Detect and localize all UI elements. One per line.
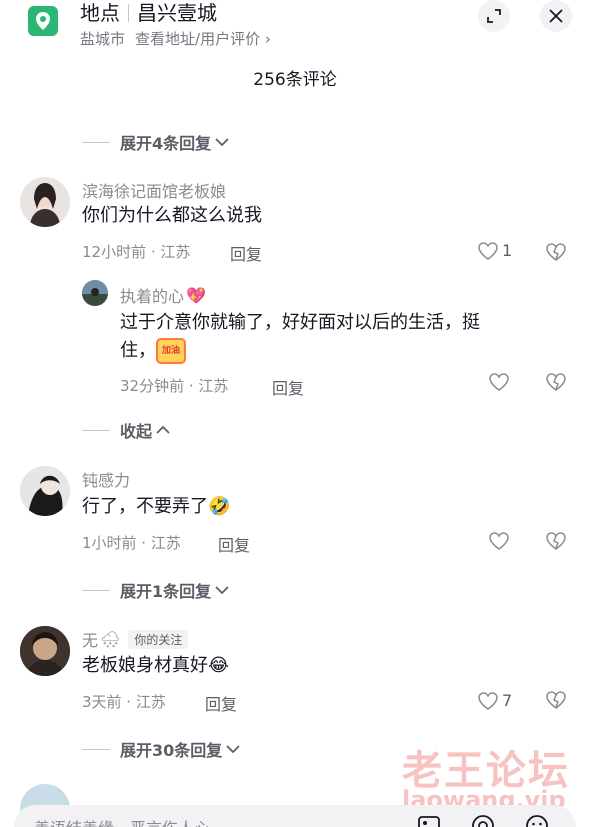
dislike-button[interactable] (546, 532, 566, 554)
comment-text-line1: 过于介意你就输了，好好面对以后的生活，挺 (120, 312, 480, 333)
sticker-jiayou: 加油 (156, 338, 186, 364)
heart-icon (489, 532, 509, 550)
collapse-replies-button[interactable]: 收起 (82, 418, 170, 442)
place-name: 昌兴壹城 (137, 1, 217, 25)
expand-replies-button[interactable]: 展开1条回复 (82, 578, 229, 602)
avatar[interactable] (20, 466, 70, 516)
close-button[interactable] (540, 0, 572, 32)
chevron-down-icon (215, 586, 229, 595)
snow-cloud-emoji: 🌨 (100, 629, 121, 649)
view-address-link[interactable]: 查看地址/用户评价 (135, 30, 260, 48)
expand-replies-button[interactable]: 展开30条回复 (82, 737, 240, 761)
like-count: 7 (502, 691, 513, 710)
comments-count: 256条评论 (253, 70, 337, 90)
close-icon (549, 9, 563, 23)
comment-text: 老板娘身材真好😂 (82, 652, 229, 680)
comment-text-content: 行了，不要弄了 (82, 496, 208, 517)
expand-replies-label: 展开30条回复 (120, 741, 223, 760)
expand-button[interactable] (478, 0, 510, 32)
laughing-emoji: 🤣 (208, 496, 231, 517)
title-divider (128, 4, 129, 22)
location-pin-icon (28, 6, 58, 36)
location-header: 地点 昌兴壹城 盐城市 查看地址/用户评价 › (0, 0, 590, 58)
comment-meta: 12小时前 · 江苏 (82, 243, 191, 261)
reply-button[interactable]: 回复 (272, 375, 304, 399)
chevron-down-icon (215, 138, 229, 147)
avatar[interactable] (20, 177, 70, 227)
at-icon[interactable] (470, 813, 496, 827)
emoji-icon[interactable] (524, 813, 550, 827)
dislike-icon (546, 373, 566, 391)
heart-icon (478, 241, 498, 260)
collapse-label: 收起 (120, 422, 153, 441)
dislike-button[interactable] (546, 691, 566, 713)
chevron-up-icon (156, 425, 170, 434)
comment-input[interactable]: 善语结善缘，恶言伤人心 (34, 815, 210, 827)
comment-text-line2: 住， 加油 (120, 337, 186, 365)
divider-line (82, 748, 110, 750)
comment-meta: 3天前 · 江苏 (82, 693, 166, 711)
dislike-button[interactable] (546, 373, 566, 395)
heart-icon (478, 691, 498, 710)
chevron-down-icon (226, 745, 240, 754)
expand-icon (487, 9, 501, 23)
tears-of-joy-emoji: 😂 (208, 655, 230, 676)
comment-author[interactable]: 执着的心 💖 (120, 283, 206, 307)
comment-text: 行了，不要弄了🤣 (82, 493, 230, 521)
chevron-right-icon: › (264, 30, 271, 48)
reply-button[interactable]: 回复 (230, 241, 262, 265)
expand-replies-button[interactable]: 展开4条回复 (82, 130, 229, 154)
comment-author[interactable]: 滨海徐记面馆老板娘 (82, 178, 226, 202)
reply-button[interactable]: 回复 (218, 532, 250, 556)
expand-replies-label: 展开4条回复 (120, 134, 212, 153)
like-button[interactable]: 7 (478, 691, 512, 710)
like-button[interactable] (489, 532, 509, 550)
comment-text: 你们为什么都这么说我 (82, 205, 262, 226)
comment-author[interactable]: 钝感力 (82, 467, 130, 491)
city-label: 盐城市 (80, 30, 126, 48)
divider-line (82, 141, 110, 143)
dislike-icon (546, 532, 566, 550)
comment-text-content: 老板娘身材真好 (82, 655, 208, 676)
dislike-button[interactable] (546, 243, 566, 265)
location-title[interactable]: 地点 昌兴壹城 (80, 0, 217, 26)
divider-line (82, 589, 110, 591)
comment-meta: 32分钟前 · 江苏 (120, 377, 229, 395)
like-button[interactable]: 1 (478, 241, 512, 260)
image-icon[interactable] (416, 813, 442, 827)
avatar[interactable] (82, 280, 108, 306)
like-button[interactable] (489, 373, 509, 391)
divider-line (82, 429, 110, 431)
dislike-icon (546, 691, 566, 709)
heart-emoji: 💖 (186, 285, 206, 305)
reply-button[interactable]: 回复 (205, 691, 237, 715)
avatar[interactable] (20, 626, 70, 676)
comment-author[interactable]: 无 🌨 你的关注 (82, 627, 189, 651)
location-subtitle[interactable]: 盐城市 查看地址/用户评价 › (80, 28, 271, 49)
comment-meta: 1小时前 · 江苏 (82, 534, 181, 552)
place-label: 地点 (80, 1, 120, 25)
expand-replies-label: 展开1条回复 (120, 582, 212, 601)
comment-input-bar[interactable]: 善语结善缘，恶言伤人心 (14, 805, 576, 827)
comment-text-line2-content: 住， (120, 340, 156, 361)
dislike-icon (546, 243, 566, 261)
following-tag: 你的关注 (128, 629, 189, 649)
like-count: 1 (502, 241, 513, 260)
heart-icon (489, 373, 509, 391)
